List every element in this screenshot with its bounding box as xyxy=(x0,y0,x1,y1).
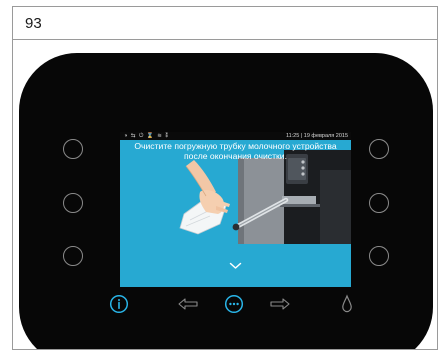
button-left-2[interactable] xyxy=(63,193,83,213)
arrow-left-icon[interactable] xyxy=(177,297,199,311)
arrow-right-icon[interactable] xyxy=(269,297,291,311)
menu-dots-icon[interactable] xyxy=(224,294,244,314)
info-icon[interactable] xyxy=(109,294,129,314)
button-right-1[interactable] xyxy=(369,139,389,159)
status-datetime: 11:25 | 19 февраля 2015 xyxy=(285,133,348,139)
status-bar: ◑ ⇆ ⏻ ⌛ ≋ ⁑ 11:25 | 19 февраля 2015 xyxy=(120,132,351,140)
display-screen: ◑ ⇆ ⏻ ⌛ ≋ ⁑ 11:25 | 19 февраля 2015 Очис… xyxy=(120,132,351,287)
button-left-3[interactable] xyxy=(63,246,83,266)
header-divider xyxy=(13,39,437,40)
button-right-2[interactable] xyxy=(369,193,389,213)
button-left-1[interactable] xyxy=(63,139,83,159)
page-number: 93 xyxy=(25,15,42,32)
chevron-down-icon[interactable] xyxy=(229,262,242,270)
manual-page-frame: 93 ◑ ⇆ ⏻ ⌛ ≋ ⁑ 11:25 | 19 февраля 2015 О… xyxy=(12,6,438,350)
instruction-message: Очистите погружную трубку молочного устр… xyxy=(134,141,337,162)
coffee-machine-control-panel: ◑ ⇆ ⏻ ⌛ ≋ ⁑ 11:25 | 19 февраля 2015 Очис… xyxy=(19,53,433,349)
status-icons: ◑ ⇆ ⏻ ⌛ ≋ ⁑ xyxy=(124,133,170,139)
water-drop-icon[interactable] xyxy=(341,294,353,314)
button-right-3[interactable] xyxy=(369,246,389,266)
